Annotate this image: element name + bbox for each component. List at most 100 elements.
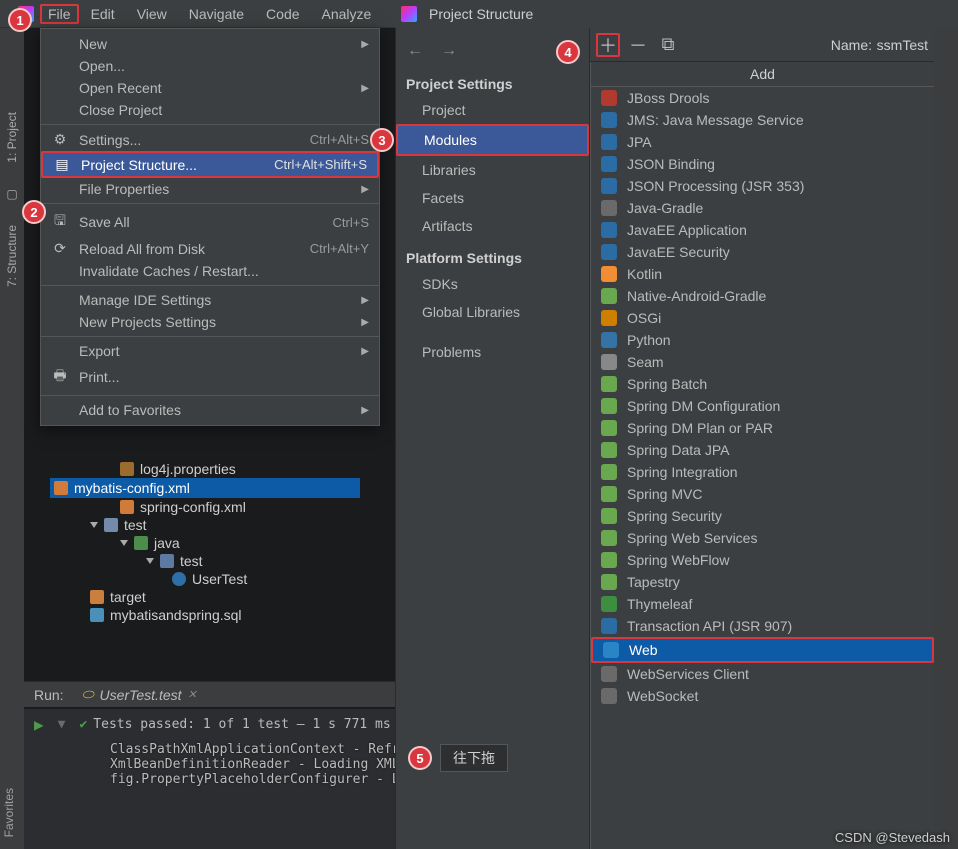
down-icon[interactable]: ▼ (58, 717, 66, 732)
add-spring-security[interactable]: Spring Security (591, 505, 934, 527)
add-jboss-drools[interactable]: JBoss Drools (591, 87, 934, 109)
tree-item-mybatis-config-xml[interactable]: mybatis-config.xml (50, 478, 360, 498)
tree-item-usertest[interactable]: UserTest (50, 570, 360, 588)
folder-o-icon (90, 590, 104, 604)
menu-item-manage-ide-settings[interactable]: Manage IDE Settings▶ (41, 289, 379, 311)
twistie-icon[interactable] (120, 540, 128, 546)
menu-analyze[interactable]: Analyze (312, 4, 382, 24)
callout-2: 2 (22, 200, 46, 224)
add-tapestry[interactable]: Tapestry (591, 571, 934, 593)
add-web[interactable]: Web (591, 637, 934, 663)
menu-item-file-properties[interactable]: File Properties▶ (41, 178, 379, 200)
menu-item-close-project[interactable]: Close Project (41, 99, 379, 121)
toolwindow-project[interactable]: 1: Project (5, 108, 19, 167)
menu-edit[interactable]: Edit (81, 4, 125, 24)
menu-item-label: Project Structure... (81, 157, 264, 173)
add-thymeleaf[interactable]: Thymeleaf (591, 593, 934, 615)
framework-icon (601, 332, 617, 348)
add-webservices-client[interactable]: WebServices Client (591, 663, 934, 685)
add-json-binding[interactable]: JSON Binding (591, 153, 934, 175)
twistie-icon[interactable] (90, 522, 98, 528)
stack-icon: ▤ (53, 156, 71, 173)
ps-facets[interactable]: Facets (396, 184, 589, 212)
toolwindow-favorites[interactable]: Favorites (2, 788, 16, 837)
copy-icon[interactable]: ⧉ (656, 33, 680, 57)
menu-item-open-[interactable]: Open... (41, 55, 379, 77)
framework-label: Spring Data JPA (627, 442, 729, 458)
menu-item-reload-all-from-disk[interactable]: ⟳Reload All from DiskCtrl+Alt+Y (41, 237, 379, 260)
menu-item-settings-[interactable]: ⚙Settings...Ctrl+Alt+S (41, 128, 379, 151)
add-seam[interactable]: Seam (591, 351, 934, 373)
add-spring-dm-plan-or-par[interactable]: Spring DM Plan or PAR (591, 417, 934, 439)
run-tab[interactable]: ⬭ UserTest.test ✕ (74, 684, 205, 705)
tree-item-label: test (124, 517, 147, 533)
forward-icon[interactable]: → (438, 40, 460, 62)
back-icon[interactable]: ← (404, 40, 426, 62)
framework-icon (601, 266, 617, 282)
tree-item-java[interactable]: java (50, 534, 360, 552)
toolwindow-structure[interactable]: 7: Structure (5, 221, 19, 291)
menu-file[interactable]: File (40, 4, 79, 24)
add-json-processing-jsr-353-[interactable]: JSON Processing (JSR 353) (591, 175, 934, 197)
run-config-icon: ⬭ (82, 686, 94, 703)
menu-item-open-recent[interactable]: Open Recent▶ (41, 77, 379, 99)
left-tool-stripe: 1: Project ▢ 7: Structure (0, 28, 24, 849)
add-spring-dm-configuration[interactable]: Spring DM Configuration (591, 395, 934, 417)
remove-icon[interactable]: － (626, 33, 650, 57)
tree-item-spring-config-xml[interactable]: spring-config.xml (50, 498, 360, 516)
add-native-android-gradle[interactable]: Native-Android-Gradle (591, 285, 934, 307)
add-osgi[interactable]: OSGi (591, 307, 934, 329)
menu-item-new-projects-settings[interactable]: New Projects Settings▶ (41, 311, 379, 333)
menu-item-print-[interactable]: 🖶Print... (41, 362, 379, 392)
add-jms-java-message-service[interactable]: JMS: Java Message Service (591, 109, 934, 131)
add-transaction-api-jsr-907-[interactable]: Transaction API (JSR 907) (591, 615, 934, 637)
add-spring-batch[interactable]: Spring Batch (591, 373, 934, 395)
add-java-gradle[interactable]: Java-Gradle (591, 197, 934, 219)
framework-label: Transaction API (JSR 907) (627, 618, 792, 634)
tree-item-log4j-properties[interactable]: log4j.properties (50, 460, 360, 478)
add-python[interactable]: Python (591, 329, 934, 351)
framework-label: WebSocket (627, 688, 698, 704)
add-spring-mvc[interactable]: Spring MVC (591, 483, 934, 505)
ps-sdks[interactable]: SDKs (396, 270, 589, 298)
add-spring-web-services[interactable]: Spring Web Services (591, 527, 934, 549)
tree-item-target[interactable]: target (50, 588, 360, 606)
ps-problems[interactable]: Problems (396, 338, 589, 366)
submenu-arrow-icon: ▶ (361, 317, 369, 328)
add-jpa[interactable]: JPA (591, 131, 934, 153)
twistie-icon[interactable] (146, 558, 154, 564)
menu-item-invalidate-caches-restart-[interactable]: Invalidate Caches / Restart... (41, 260, 379, 282)
framework-label: Python (627, 332, 671, 348)
ps-libraries[interactable]: Libraries (396, 156, 589, 184)
framework-label: Tapestry (627, 574, 680, 590)
tree-item-test[interactable]: test (50, 552, 360, 570)
run-icon[interactable]: ▶ (34, 715, 44, 734)
menu-item-save-all[interactable]: 🖫Save AllCtrl+S (41, 207, 379, 237)
add-websocket[interactable]: WebSocket (591, 685, 934, 707)
ps-project[interactable]: Project (396, 96, 589, 124)
add-javaee-application[interactable]: JavaEE Application (591, 219, 934, 241)
ps-artifacts[interactable]: Artifacts (396, 212, 589, 240)
menu-item-project-structure-[interactable]: ▤Project Structure...Ctrl+Alt+Shift+S (41, 151, 379, 178)
ps-global-libraries[interactable]: Global Libraries (396, 298, 589, 326)
menu-code[interactable]: Code (256, 4, 309, 24)
menu-navigate[interactable]: Navigate (179, 4, 254, 24)
menu-item-add-to-favorites[interactable]: Add to Favorites▶ (41, 399, 379, 421)
close-icon[interactable]: ✕ (188, 688, 197, 701)
add-menu-header: Add (591, 62, 934, 87)
submenu-arrow-icon: ▶ (361, 346, 369, 357)
callout-1: 1 (8, 8, 32, 32)
menu-item-new[interactable]: New▶ (41, 33, 379, 55)
tree-item-mybatisandspring-sql[interactable]: mybatisandspring.sql (50, 606, 360, 624)
add-spring-webflow[interactable]: Spring WebFlow (591, 549, 934, 571)
menu-view[interactable]: View (127, 4, 177, 24)
ps-modules[interactable]: Modules (396, 124, 589, 156)
add-spring-integration[interactable]: Spring Integration (591, 461, 934, 483)
menu-item-export[interactable]: Export▶ (41, 340, 379, 362)
framework-icon (601, 464, 617, 480)
tree-item-test[interactable]: test (50, 516, 360, 534)
add-kotlin[interactable]: Kotlin (591, 263, 934, 285)
add-javaee-security[interactable]: JavaEE Security (591, 241, 934, 263)
add-icon[interactable]: ＋ (596, 33, 620, 57)
add-spring-data-jpa[interactable]: Spring Data JPA (591, 439, 934, 461)
